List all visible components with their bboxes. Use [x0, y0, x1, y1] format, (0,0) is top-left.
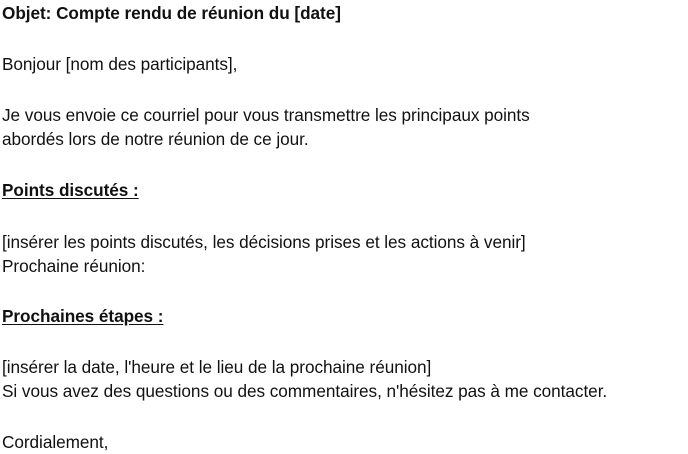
- section-heading-points-discutes: Points discutés :: [2, 180, 139, 200]
- email-signoff: Cordialement,: [2, 432, 109, 452]
- email-subject: Objet: Compte rendu de réunion du [date]: [2, 3, 341, 23]
- intro-paragraph-line-2: abordés lors de notre réunion de ce jour…: [2, 129, 309, 149]
- email-greeting: Bonjour [nom des participants],: [2, 54, 238, 74]
- section-prochaines-etapes-body: [insérer la date, l'heure et le lieu de …: [2, 357, 432, 377]
- next-meeting-label: Prochaine réunion:: [2, 256, 146, 276]
- closing-line: Si vous avez des questions ou des commen…: [2, 381, 608, 401]
- section-points-discutes-body: [insérer les points discutés, les décisi…: [2, 232, 526, 252]
- intro-paragraph-line-1: Je vous envoie ce courriel pour vous tra…: [2, 105, 530, 125]
- section-heading-prochaines-etapes: Prochaines étapes :: [2, 306, 164, 326]
